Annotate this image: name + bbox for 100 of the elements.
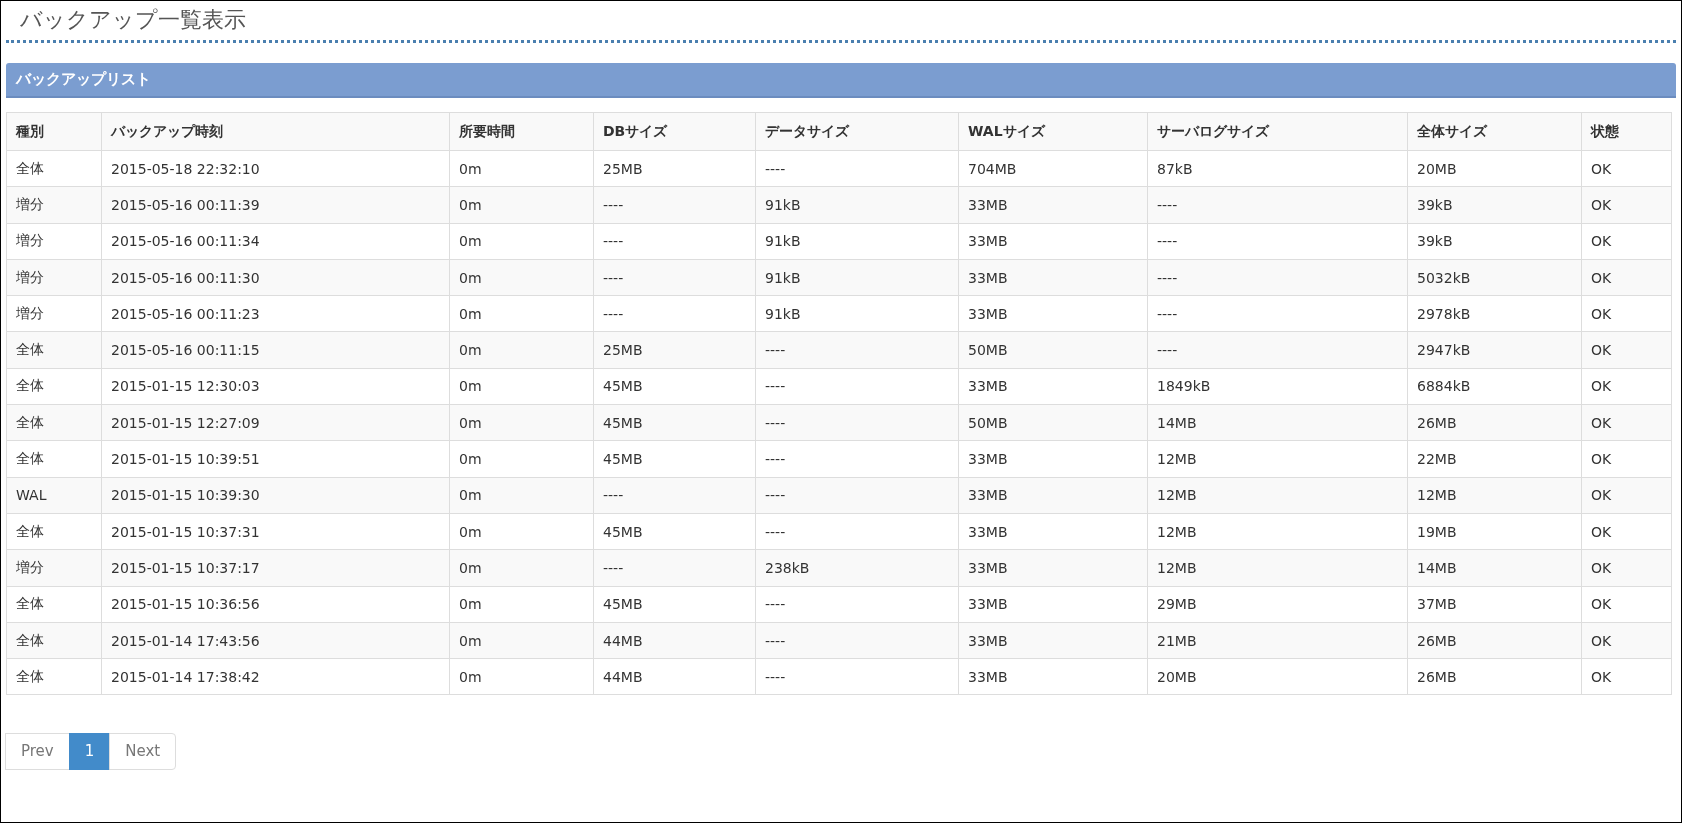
table-cell: ---- — [755, 513, 959, 550]
column-header: サーバログサイズ — [1147, 112, 1408, 151]
page-title: バックアップ一覧表示 — [19, 6, 247, 34]
table-cell: 45MB — [593, 368, 756, 405]
table-cell: 704MB — [958, 150, 1148, 187]
table-cell: OK — [1581, 186, 1672, 224]
table-cell: 0m — [449, 658, 594, 695]
table-cell: WAL — [6, 477, 102, 514]
table-cell: 45MB — [593, 586, 756, 623]
table-cell: 全体 — [6, 404, 102, 441]
table-cell: 2015-05-16 00:11:15 — [101, 332, 450, 369]
table-cell: 238kB — [755, 549, 959, 587]
table-cell: 2015-05-16 00:11:39 — [101, 186, 450, 224]
table-cell: 19MB — [1407, 513, 1582, 550]
table-cell: 20MB — [1407, 150, 1582, 187]
table-cell: 2015-05-16 00:11:23 — [101, 295, 450, 332]
table-cell: 0m — [449, 549, 594, 587]
table-cell: 29MB — [1147, 586, 1408, 623]
table-cell: 0m — [449, 150, 594, 187]
table-cell: ---- — [593, 295, 756, 332]
table-cell: 33MB — [958, 295, 1148, 332]
table-cell: 33MB — [958, 477, 1148, 514]
table-cell: 6884kB — [1407, 368, 1582, 405]
table-cell: 全体 — [6, 586, 102, 623]
table-cell: OK — [1581, 150, 1672, 187]
table-cell: 12MB — [1147, 513, 1408, 550]
table-cell: 全体 — [6, 150, 102, 187]
table-cell: 2015-01-15 12:30:03 — [101, 368, 450, 405]
table-cell: 45MB — [593, 440, 756, 478]
table-cell: 12MB — [1147, 549, 1408, 587]
column-header: WALサイズ — [958, 112, 1148, 151]
table-cell: ---- — [1147, 295, 1408, 332]
column-header: バックアップ時刻 — [101, 112, 450, 151]
column-header: 所要時間 — [449, 112, 594, 151]
table-cell: 全体 — [6, 513, 102, 550]
table-cell: 21MB — [1147, 622, 1408, 659]
table-cell: 33MB — [958, 513, 1148, 550]
table-cell: OK — [1581, 223, 1672, 260]
table-cell: ---- — [593, 477, 756, 514]
table-cell: 0m — [449, 186, 594, 224]
page-link[interactable]: 1 — [68, 733, 111, 771]
column-header: DBサイズ — [593, 112, 756, 151]
table-cell: 33MB — [958, 440, 1148, 478]
table-cell: ---- — [593, 186, 756, 224]
table-cell: 37MB — [1407, 586, 1582, 623]
column-header: 全体サイズ — [1407, 112, 1582, 151]
table-cell: 2947kB — [1407, 332, 1582, 369]
table-cell: 25MB — [593, 150, 756, 187]
panel-header: バックアップリスト — [6, 63, 1676, 98]
table-cell: 87kB — [1147, 150, 1408, 187]
table-cell: ---- — [755, 404, 959, 441]
table-cell: ---- — [755, 440, 959, 478]
table-cell: ---- — [755, 332, 959, 369]
table-cell: 45MB — [593, 404, 756, 441]
table-cell: 2015-01-15 10:37:17 — [101, 549, 450, 587]
table-cell: 2015-01-15 10:39:30 — [101, 477, 450, 514]
table-cell: 2978kB — [1407, 295, 1582, 332]
table-cell: 全体 — [6, 368, 102, 405]
table-cell: ---- — [1147, 186, 1408, 224]
table-cell: 2015-05-16 00:11:30 — [101, 259, 450, 296]
table-cell: OK — [1581, 259, 1672, 296]
table-cell: 増分 — [6, 259, 102, 296]
table-cell: ---- — [755, 658, 959, 695]
table-cell: 2015-05-18 22:32:10 — [101, 150, 450, 187]
table-cell: 33MB — [958, 549, 1148, 587]
table-cell: ---- — [755, 586, 959, 623]
table-cell: 12MB — [1147, 440, 1408, 478]
table-cell: OK — [1581, 586, 1672, 623]
table-cell: 91kB — [755, 223, 959, 260]
table-cell: 91kB — [755, 259, 959, 296]
table-cell: OK — [1581, 513, 1672, 550]
table-cell: 26MB — [1407, 404, 1582, 441]
table-cell: ---- — [755, 477, 959, 514]
table-cell: ---- — [593, 259, 756, 296]
table-cell: 0m — [449, 477, 594, 514]
table-cell: 全体 — [6, 622, 102, 659]
column-header: 種別 — [6, 112, 102, 151]
table-cell: 2015-01-14 17:43:56 — [101, 622, 450, 659]
table-cell: 50MB — [958, 404, 1148, 441]
table-cell: 0m — [449, 259, 594, 296]
table-cell: ---- — [755, 150, 959, 187]
column-header: データサイズ — [755, 112, 959, 151]
table-cell: 0m — [449, 586, 594, 623]
table-cell: 0m — [449, 513, 594, 550]
table-cell: 2015-05-16 00:11:34 — [101, 223, 450, 260]
table-cell: 0m — [449, 368, 594, 405]
table-cell: 26MB — [1407, 658, 1582, 695]
table-cell: 26MB — [1407, 622, 1582, 659]
table-cell: OK — [1581, 368, 1672, 405]
table-cell: 91kB — [755, 295, 959, 332]
table-cell: 33MB — [958, 368, 1148, 405]
table-cell: 2015-01-15 10:36:56 — [101, 586, 450, 623]
table-cell: 33MB — [958, 622, 1148, 659]
table-cell: 14MB — [1407, 549, 1582, 587]
table-cell: 25MB — [593, 332, 756, 369]
table-cell: OK — [1581, 332, 1672, 369]
table-cell: 39kB — [1407, 223, 1582, 260]
table-cell: OK — [1581, 549, 1672, 587]
table-cell: 増分 — [6, 186, 102, 224]
table-cell: 39kB — [1407, 186, 1582, 224]
